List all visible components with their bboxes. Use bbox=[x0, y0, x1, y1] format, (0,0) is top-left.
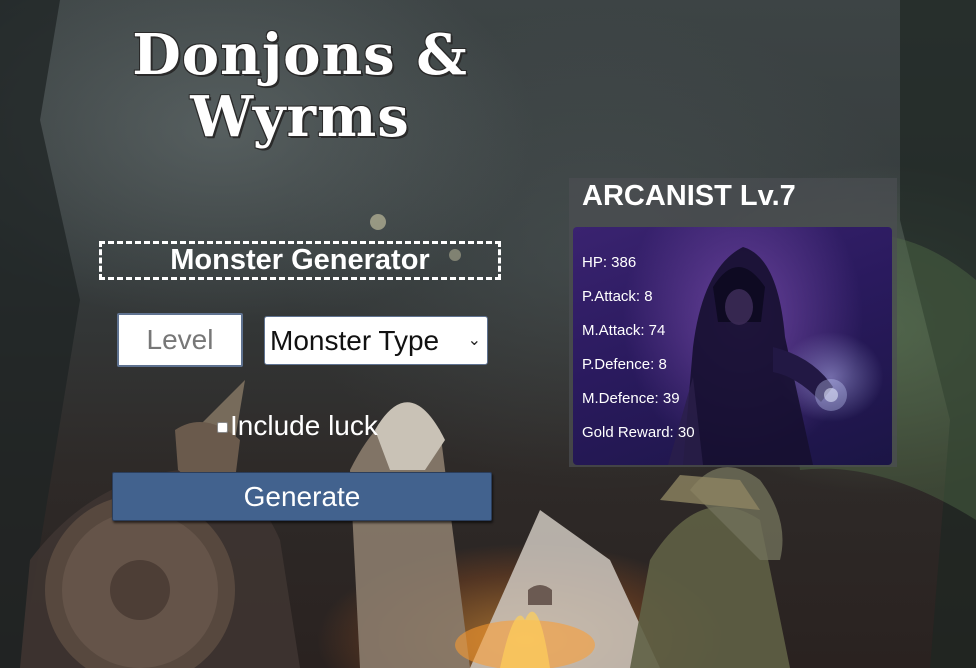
monster-name: ARCANIST Lv.7 bbox=[582, 180, 796, 212]
monster-stat-p-attack: P.Attack: 8 bbox=[582, 288, 653, 305]
include-luck-checkbox[interactable] bbox=[217, 421, 228, 433]
monster-stat-m-defence: M.Defence: 39 bbox=[582, 390, 680, 407]
monster-type-selected-value: Monster Type bbox=[270, 325, 440, 356]
monster-card: ARCANIST Lv.7 HP: 386 P.Attack: 8 M.Atta… bbox=[569, 178, 897, 467]
level-input[interactable] bbox=[117, 313, 243, 367]
monster-stat-hp: HP: 386 bbox=[582, 254, 637, 271]
include-luck-label[interactable]: Include luck bbox=[230, 410, 378, 442]
chevron-down-icon: ⌄ bbox=[467, 332, 481, 349]
generate-button[interactable]: Generate bbox=[112, 472, 492, 521]
monster-stats-list: HP: 386 P.Attack: 8 M.Attack: 74 P.Defen… bbox=[582, 254, 695, 458]
app-title: Donjons & Wyrms bbox=[95, 24, 505, 148]
app-root: Donjons & Wyrms Monster Generator Monste… bbox=[0, 0, 976, 668]
app-title-line1: Donjons & bbox=[132, 22, 468, 88]
monster-type-select[interactable]: Monster Type ⌄ bbox=[264, 316, 488, 365]
app-title-line2: Wyrms bbox=[190, 84, 410, 150]
monster-stat-p-defence: P.Defence: 8 bbox=[582, 356, 667, 373]
monster-generator-heading: Monster Generator bbox=[99, 241, 501, 280]
monster-stat-m-attack: M.Attack: 74 bbox=[582, 322, 666, 339]
include-luck-row: Include luck bbox=[217, 409, 378, 443]
monster-stat-gold-reward: Gold Reward: 30 bbox=[582, 424, 695, 441]
